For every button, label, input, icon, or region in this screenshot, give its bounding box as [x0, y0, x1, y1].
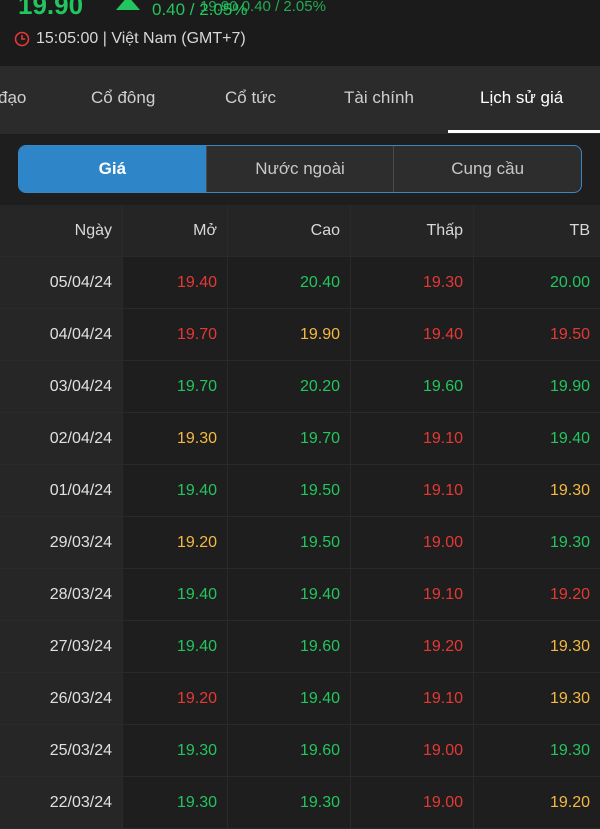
avg-cell: 19.30	[549, 741, 590, 759]
open-cell: 19.20	[123, 673, 228, 724]
date-cell: 26/03/24	[0, 673, 123, 724]
high-cell: 20.40	[228, 257, 351, 308]
avg-cell: 19.30	[549, 533, 590, 551]
time-label: 15:05:00 | Việt Nam (GMT+7)	[36, 30, 246, 47]
date-cell: 01/04/24	[0, 465, 123, 516]
segment-nuoc-ngoai[interactable]: Nước ngoài	[205, 146, 394, 192]
avg-cell: 19.20	[549, 793, 590, 811]
up-arrow-icon	[116, 0, 140, 10]
table-row: 25/03/24 19.30 19.60 19.00 19.30	[0, 725, 600, 777]
avg-cell: 20.00	[549, 273, 590, 291]
low-cell: 19.10	[351, 673, 474, 724]
open-cell: 19.30	[123, 777, 228, 828]
tabs-bar: đạo Cổ đông Cổ tức Tài chính Lịch sử giá	[0, 66, 600, 134]
high-cell: 19.50	[228, 517, 351, 568]
table-row: 03/04/24 19.70 20.20 19.60 19.90	[0, 361, 600, 413]
table-row: 28/03/24 19.40 19.40 19.10 19.20	[0, 569, 600, 621]
open-cell: 19.30	[123, 413, 228, 464]
table-row: 04/04/24 19.70 19.90 19.40 19.50	[0, 309, 600, 361]
open-cell: 19.40	[123, 621, 228, 672]
open-cell: 19.20	[123, 517, 228, 568]
avg-cell: 19.20	[549, 585, 590, 603]
header-avg: TB	[569, 221, 590, 239]
table-row: 29/03/24 19.20 19.50 19.00 19.30	[0, 517, 600, 569]
segment-control: Giá Nước ngoài Cung cầu	[18, 145, 582, 193]
table-row: 01/04/24 19.40 19.50 19.10 19.30	[0, 465, 600, 517]
low-cell: 19.10	[351, 569, 474, 620]
header-date: Ngày	[0, 205, 123, 256]
avg-cell: 19.30	[549, 481, 590, 499]
table-row: 26/03/24 19.20 19.40 19.10 19.30	[0, 673, 600, 725]
open-cell: 19.70	[123, 309, 228, 360]
low-cell: 19.10	[351, 413, 474, 464]
low-cell: 19.00	[351, 517, 474, 568]
date-cell: 27/03/24	[0, 621, 123, 672]
date-cell: 22/03/24	[0, 777, 123, 828]
tab-lanh-dao[interactable]: đạo	[0, 88, 26, 108]
time-row: 15:05:00 | Việt Nam (GMT+7)	[14, 28, 246, 50]
table-header-row: Ngày Mở Cao Thấp TB	[0, 205, 600, 257]
high-cell: 19.70	[228, 413, 351, 464]
high-cell: 19.50	[228, 465, 351, 516]
price-history-table: Ngày Mở Cao Thấp TB 05/04/24 19.40 20.40 19…	[0, 205, 600, 829]
clock-icon	[14, 31, 30, 47]
avg-cell: 19.30	[549, 689, 590, 707]
low-cell: 19.10	[351, 465, 474, 516]
table-row: 05/04/24 19.40 20.40 19.30 20.00	[0, 257, 600, 309]
low-cell: 19.30	[351, 257, 474, 308]
price-change-overlay: 19.90 0.40 / 2.05%	[200, 0, 326, 15]
high-cell: 19.90	[228, 309, 351, 360]
high-cell: 19.40	[228, 569, 351, 620]
high-cell: 19.30	[228, 777, 351, 828]
avg-cell: 19.30	[549, 637, 590, 655]
active-tab-indicator	[448, 130, 600, 133]
low-cell: 19.00	[351, 777, 474, 828]
date-cell: 03/04/24	[0, 361, 123, 412]
high-cell: 20.20	[228, 361, 351, 412]
open-cell: 19.40	[123, 569, 228, 620]
high-cell: 19.40	[228, 673, 351, 724]
table-row: 02/04/24 19.30 19.70 19.10 19.40	[0, 413, 600, 465]
segment-gia[interactable]: Giá	[19, 146, 206, 192]
open-cell: 19.40	[123, 257, 228, 308]
open-cell: 19.40	[123, 465, 228, 516]
open-cell: 19.30	[123, 725, 228, 776]
tab-lich-su-gia[interactable]: Lịch sử giá	[480, 88, 563, 108]
low-cell: 19.40	[351, 309, 474, 360]
high-cell: 19.60	[228, 621, 351, 672]
header-high: Cao	[228, 205, 351, 256]
date-cell: 28/03/24	[0, 569, 123, 620]
header-open: Mở	[123, 205, 228, 256]
date-cell: 29/03/24	[0, 517, 123, 568]
avg-cell: 19.90	[549, 377, 590, 395]
tab-tai-chinh[interactable]: Tài chính	[344, 88, 414, 108]
low-cell: 19.00	[351, 725, 474, 776]
low-cell: 19.60	[351, 361, 474, 412]
open-cell: 19.70	[123, 361, 228, 412]
high-cell: 19.60	[228, 725, 351, 776]
tab-co-tuc[interactable]: Cổ tức	[225, 88, 276, 108]
table-row: 27/03/24 19.40 19.60 19.20 19.30	[0, 621, 600, 673]
stock-header: 19.90 0.40 / 2.05% 19.90 0.40 / 2.05% 15…	[0, 0, 600, 66]
header-low: Thấp	[351, 205, 474, 256]
avg-cell: 19.50	[549, 325, 590, 343]
low-cell: 19.20	[351, 621, 474, 672]
table-row: 22/03/24 19.30 19.30 19.00 19.20	[0, 777, 600, 829]
date-cell: 05/04/24	[0, 257, 123, 308]
date-cell: 25/03/24	[0, 725, 123, 776]
date-cell: 04/04/24	[0, 309, 123, 360]
avg-cell: 19.40	[549, 429, 590, 447]
segment-cung-cau[interactable]: Cung cầu	[393, 146, 581, 192]
date-cell: 02/04/24	[0, 413, 123, 464]
current-price: 19.90	[18, 0, 84, 20]
tab-co-dong[interactable]: Cổ đông	[91, 88, 155, 108]
